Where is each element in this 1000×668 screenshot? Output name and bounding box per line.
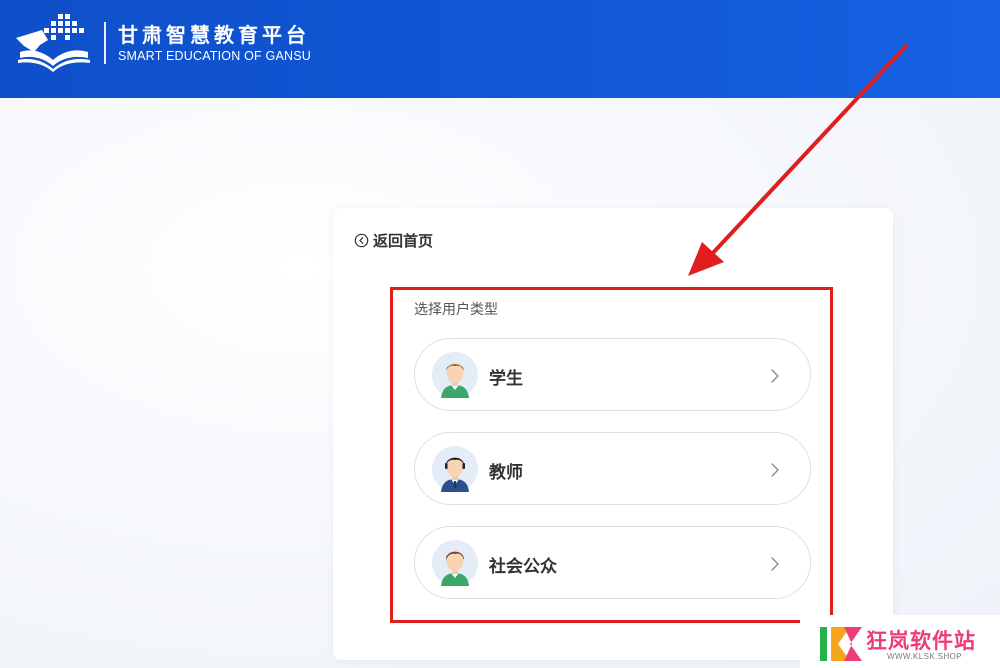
student-avatar-icon xyxy=(432,352,478,398)
top-header-bar: 甘肃智慧教育平台 SMART EDUCATION OF GANSU xyxy=(0,0,1000,98)
k-logo-icon xyxy=(820,627,862,661)
public-avatar-icon xyxy=(432,540,478,586)
back-home-label: 返回首页 xyxy=(373,231,434,250)
user-type-label: 学生 xyxy=(489,369,523,389)
user-type-teacher-option[interactable]: 教师 xyxy=(414,432,811,505)
circle-chevron-left-icon xyxy=(354,233,369,247)
user-type-student-option[interactable]: 学生 xyxy=(414,338,811,411)
chevron-right-icon xyxy=(771,463,779,477)
chevron-right-icon xyxy=(771,369,779,383)
watermark-badge: 狂岚软件站 WWW.KLSK.SHOP xyxy=(800,615,1000,668)
watermark-subtitle: WWW.KLSK.SHOP xyxy=(887,652,962,661)
platform-title: 甘肃智慧教育平台 xyxy=(118,23,310,47)
platform-subtitle: SMART EDUCATION OF GANSU xyxy=(118,49,312,63)
teacher-avatar-icon xyxy=(432,446,478,492)
user-type-label: 教师 xyxy=(489,463,523,483)
user-type-label: 社会公众 xyxy=(489,557,557,577)
watermark-title: 狂岚软件站 xyxy=(866,629,976,653)
back-home-link[interactable]: 返回首页 xyxy=(354,230,433,250)
book-grid-logo-icon xyxy=(16,14,90,72)
section-title: 选择用户类型 xyxy=(414,302,498,318)
user-type-public-option[interactable]: 社会公众 xyxy=(414,526,811,599)
logo-divider xyxy=(104,22,106,64)
chevron-right-icon xyxy=(771,557,779,571)
